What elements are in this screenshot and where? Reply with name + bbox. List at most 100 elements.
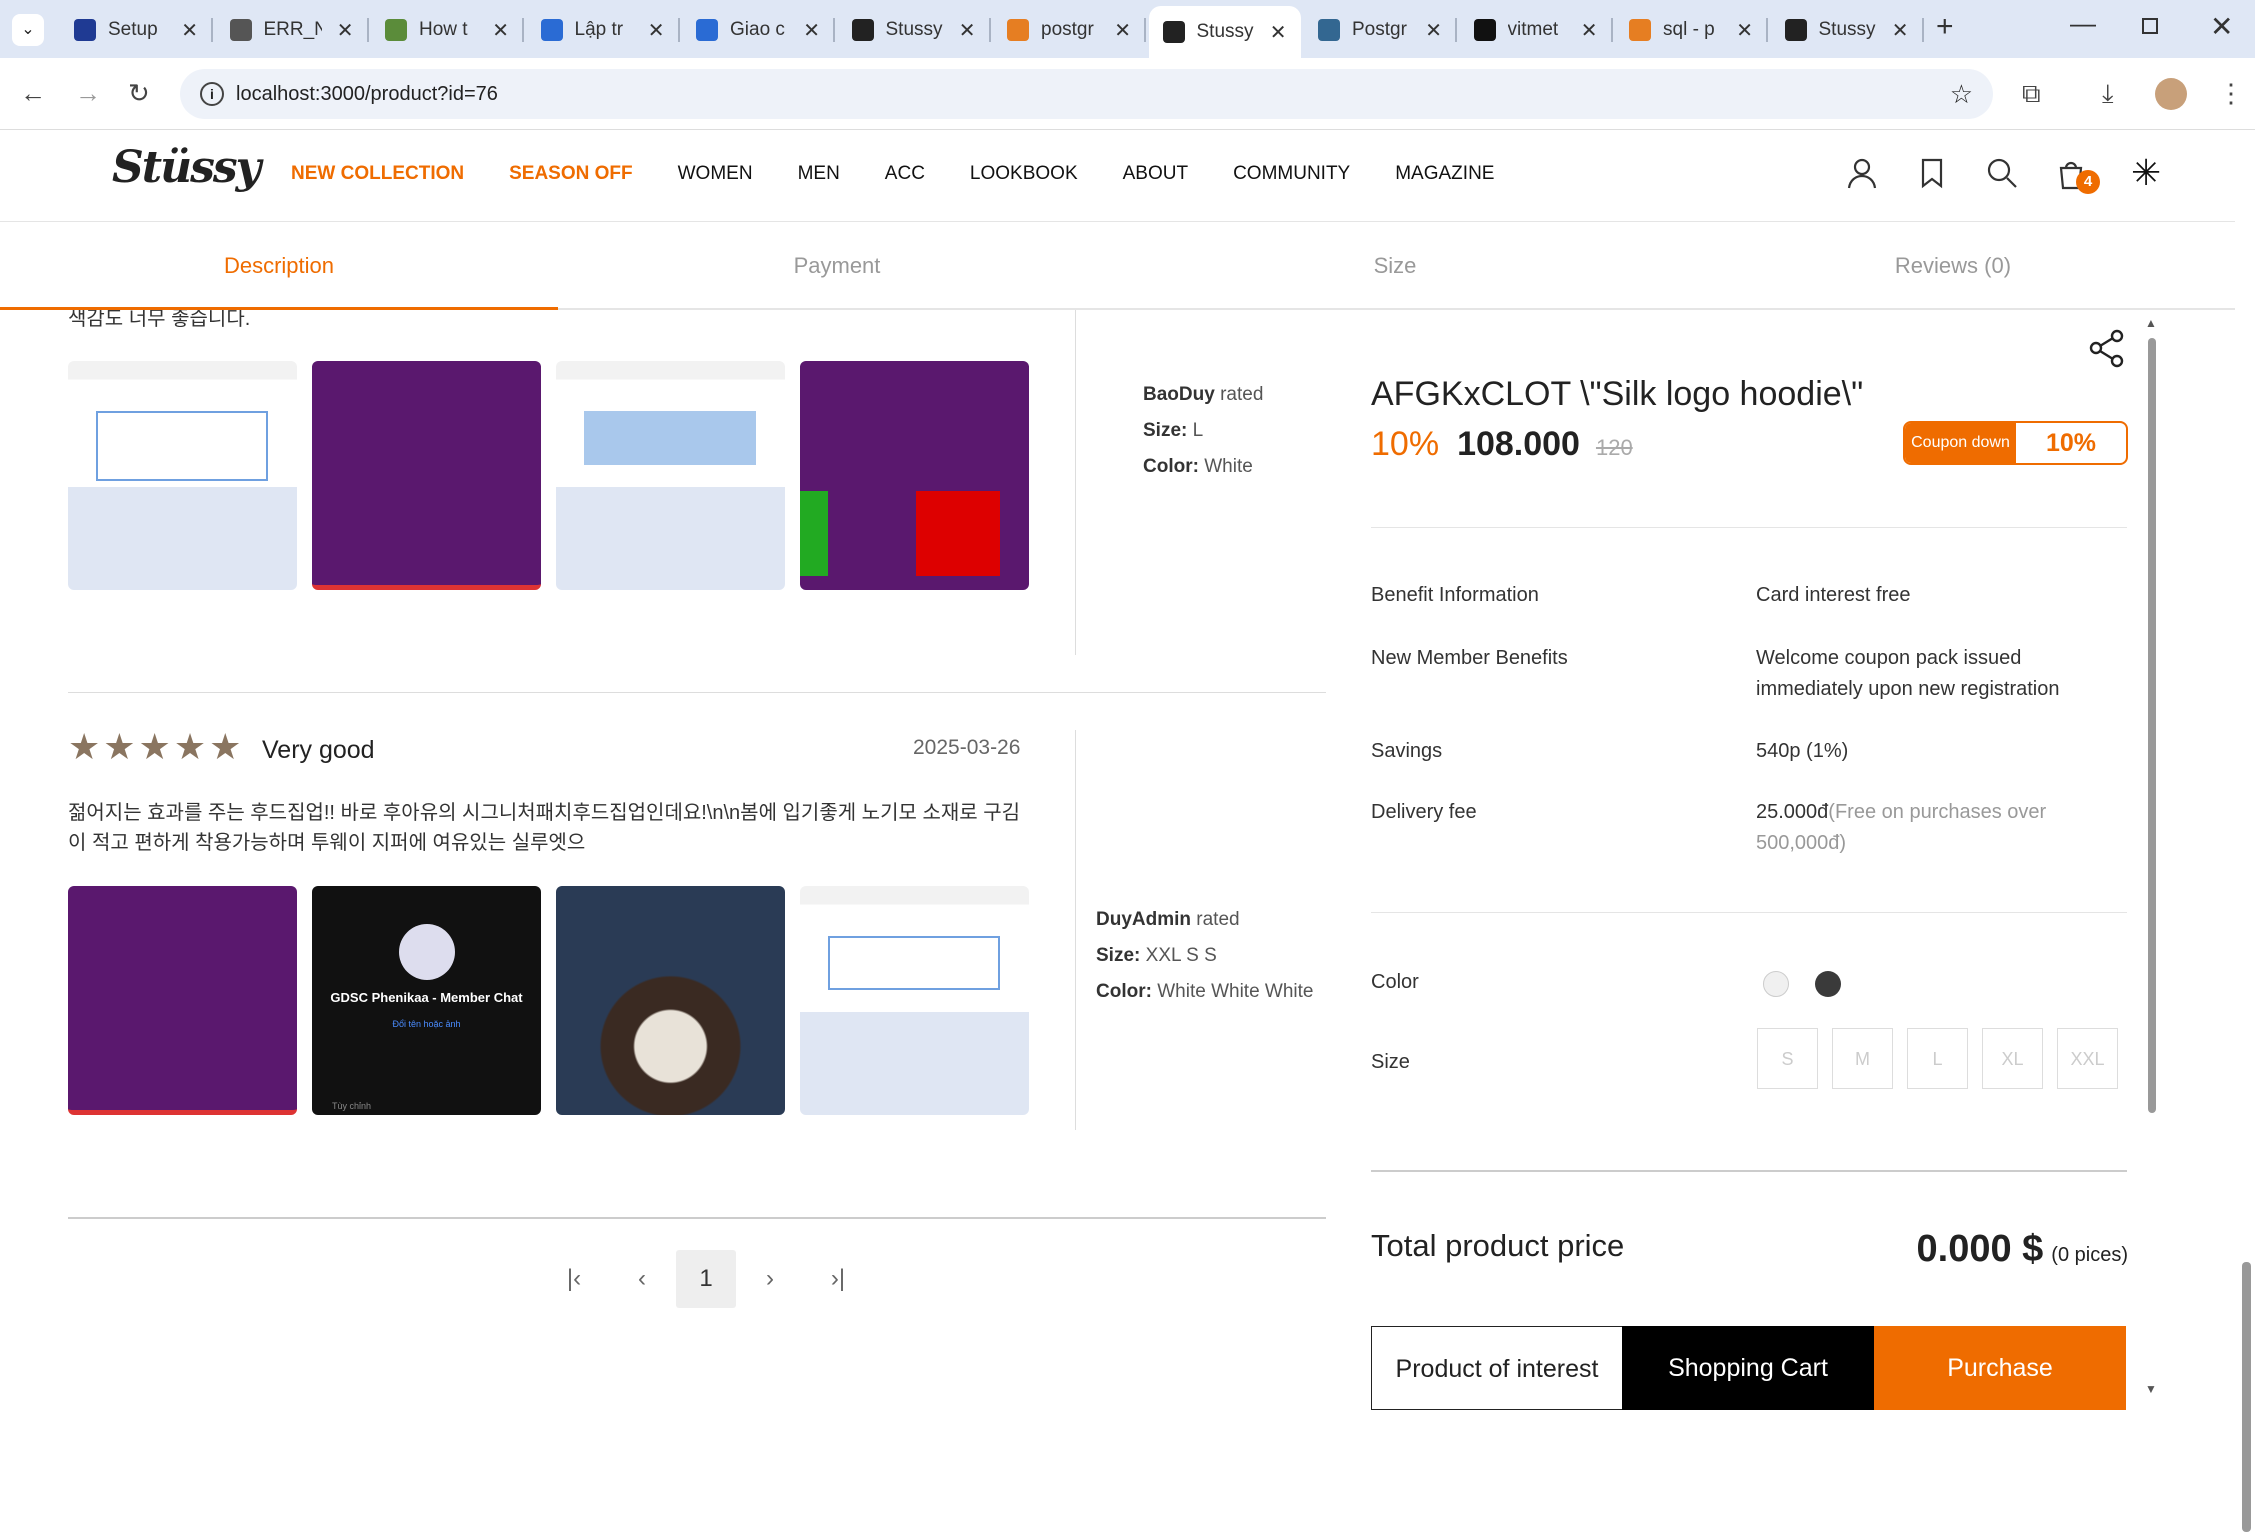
prev-page-icon[interactable]: ‹ — [608, 1265, 676, 1293]
reload-icon[interactable]: ↻ — [128, 78, 150, 109]
bookmark-icon[interactable] — [1915, 156, 1949, 190]
review-photo[interactable] — [556, 886, 785, 1115]
tab-close-icon[interactable]: ✕ — [1581, 18, 1598, 43]
product-of-interest-button[interactable]: Product of interest — [1371, 1326, 1623, 1410]
download-icon[interactable]: ⤓ — [2102, 78, 2114, 110]
scroll-down-icon[interactable]: ▼ — [2145, 1382, 2157, 1396]
tab-close-icon[interactable]: ✕ — [1270, 20, 1287, 45]
user-icon[interactable] — [1845, 156, 1879, 190]
shopping-cart-button[interactable]: Shopping Cart — [1622, 1326, 1874, 1410]
new-tab-button[interactable]: + — [1936, 10, 1954, 44]
forward-arrow-icon[interactable]: → — [75, 78, 101, 109]
page-number[interactable]: 1 — [676, 1250, 736, 1308]
tab-close-icon[interactable]: ✕ — [959, 18, 976, 43]
review-photo[interactable] — [800, 886, 1029, 1115]
menu-community[interactable]: COMMUNITY — [1233, 163, 1350, 185]
scroll-thumb[interactable] — [2148, 338, 2156, 1113]
last-page-icon[interactable]: ›| — [804, 1265, 872, 1293]
menu-magazine[interactable]: MAGAZINE — [1395, 163, 1494, 185]
back-arrow-icon[interactable]: ← — [20, 78, 46, 109]
tab-close-icon[interactable]: ✕ — [337, 18, 354, 43]
menu-season-off[interactable]: SEASON OFF — [509, 163, 633, 185]
browser-tab[interactable]: Stussy ✕ — [1771, 10, 1924, 50]
tab-close-icon[interactable]: ✕ — [1114, 18, 1131, 43]
size-option-xxl[interactable]: XXL — [2057, 1028, 2118, 1089]
tab-close-icon[interactable]: ✕ — [1892, 18, 1909, 43]
size-option-m[interactable]: M — [1832, 1028, 1893, 1089]
browser-tab[interactable]: Setup ✕ — [60, 10, 213, 50]
review-photo[interactable] — [68, 361, 297, 590]
color-swatch-white[interactable] — [1763, 971, 1789, 997]
tab-size[interactable]: Size — [1116, 222, 1674, 310]
tab-close-icon[interactable]: ✕ — [1425, 18, 1442, 43]
color-label: Color: — [1096, 981, 1152, 1002]
tab-reviews[interactable]: Reviews (0) — [1674, 222, 2232, 310]
menu-women[interactable]: WOMEN — [678, 163, 753, 185]
close-window-button[interactable]: ✕ — [2210, 10, 2233, 43]
snowflake-icon[interactable]: ✳ — [2131, 152, 2161, 194]
browser-tab[interactable]: sql - p ✕ — [1615, 10, 1768, 50]
next-page-icon[interactable]: › — [736, 1265, 804, 1293]
stussy-logo[interactable]: Stüssy — [112, 142, 261, 193]
restore-button[interactable] — [2142, 18, 2158, 34]
browser-tab[interactable]: ERR_N ✕ — [216, 10, 369, 50]
menu-about[interactable]: ABOUT — [1123, 163, 1188, 185]
coupon-badge[interactable]: Coupon down 10% — [1903, 421, 2128, 465]
size-option-l[interactable]: L — [1907, 1028, 1968, 1089]
share-icon[interactable] — [2087, 328, 2127, 368]
search-icon[interactable] — [1985, 156, 2019, 190]
review-title: Very good — [262, 736, 375, 764]
total-pieces: (0 pices) — [2051, 1244, 2128, 1266]
browser-tab[interactable]: Stussy ✕ — [838, 10, 991, 50]
extensions-icon[interactable]: ⧉ — [2022, 78, 2041, 110]
page-scroll-thumb[interactable] — [2242, 1262, 2251, 1532]
tab-close-icon[interactable]: ✕ — [492, 18, 509, 43]
tab-title: postgr — [1041, 19, 1094, 40]
browser-tab[interactable]: Stussy ✕ — [1148, 6, 1301, 58]
tab-close-icon[interactable]: ✕ — [181, 18, 198, 43]
tab-close-icon[interactable]: ✕ — [648, 18, 665, 43]
page-scrollbar[interactable] — [2239, 132, 2253, 1532]
menu-acc[interactable]: ACC — [885, 163, 925, 185]
github-icon — [1473, 19, 1496, 41]
menu-dots-icon[interactable]: ⋮ — [2218, 78, 2244, 109]
tab-separator — [211, 18, 213, 42]
browser-tab[interactable]: Giao c ✕ — [682, 10, 835, 50]
minimize-button[interactable]: — — [2070, 8, 2096, 39]
tab-search-button[interactable]: ⌄ — [12, 14, 44, 46]
review-photo[interactable]: GDSC Phenikaa - Member Chat Đổi tên hoặc… — [312, 886, 541, 1115]
size-option-s[interactable]: S — [1757, 1028, 1818, 1089]
review-photo[interactable] — [312, 361, 541, 590]
url-field[interactable]: i localhost:3000/product?id=76 ☆ — [180, 69, 1993, 119]
tab-payment[interactable]: Payment — [558, 222, 1116, 310]
menu-lookbook[interactable]: LOOKBOOK — [970, 163, 1078, 185]
scroll-up-icon[interactable]: ▲ — [2145, 316, 2157, 330]
divider — [1371, 912, 2127, 913]
review-photo[interactable] — [800, 361, 1029, 590]
menu-men[interactable]: MEN — [798, 163, 840, 185]
review-photo[interactable] — [556, 361, 785, 590]
browser-tab[interactable]: How t ✕ — [371, 10, 524, 50]
purchase-button[interactable]: Purchase — [1874, 1326, 2126, 1410]
tab-title: Stussy — [1818, 19, 1876, 40]
tab-close-icon[interactable]: ✕ — [803, 18, 820, 43]
profile-avatar[interactable] — [2155, 78, 2187, 110]
stussy-icon — [1784, 19, 1807, 41]
site-info-icon[interactable]: i — [200, 82, 224, 106]
browser-tab[interactable]: Postgr ✕ — [1304, 10, 1457, 50]
browser-tab[interactable]: postgr ✕ — [993, 10, 1146, 50]
tab-separator — [1455, 18, 1457, 42]
menu-new-collection[interactable]: NEW COLLECTION — [291, 163, 464, 185]
browser-tab[interactable]: Lập tr ✕ — [527, 10, 680, 50]
tab-title: Postgr — [1352, 19, 1407, 40]
size-option-xl[interactable]: XL — [1982, 1028, 2043, 1089]
review-photo[interactable] — [68, 886, 297, 1115]
tab-description[interactable]: Description — [0, 222, 558, 310]
browser-tab[interactable]: vitmet ✕ — [1460, 10, 1613, 50]
bookmark-star-icon[interactable]: ☆ — [1950, 69, 1973, 119]
delivery-fee-value: 25.000đ(Free on purchases over 500,000đ) — [1756, 797, 2116, 859]
first-page-icon[interactable]: |‹ — [540, 1265, 608, 1293]
tab-close-icon[interactable]: ✕ — [1736, 18, 1753, 43]
panel-scrollbar[interactable]: ▲ ▼ — [2145, 316, 2159, 1396]
color-swatch-dark[interactable] — [1815, 971, 1841, 997]
